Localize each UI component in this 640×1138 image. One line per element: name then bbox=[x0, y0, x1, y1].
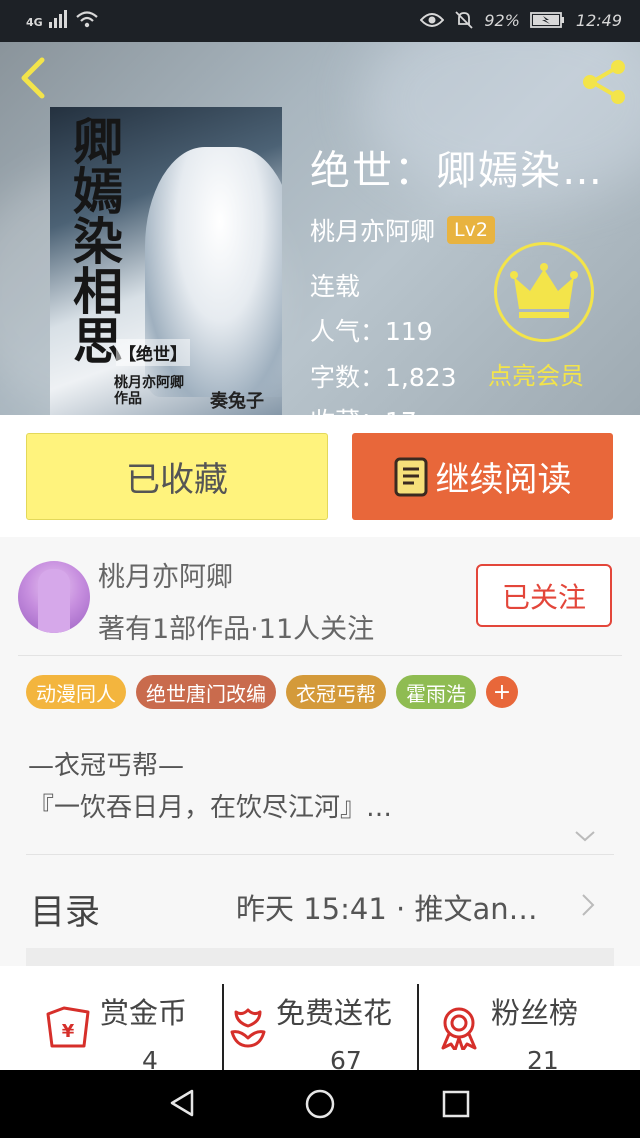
member-label[interactable]: 点亮会员 bbox=[488, 356, 584, 391]
description-line: 『一饮吞日月，在饮尽江河』… bbox=[28, 793, 393, 823]
book-icon bbox=[394, 457, 427, 496]
reward-coins-button[interactable]: ¥ 赏金币 4 bbox=[0, 976, 222, 1075]
chevron-right-icon bbox=[582, 894, 595, 916]
tag-list: 动漫同人 绝世唐门改编 衣冠丐帮 霍雨浩 + bbox=[26, 675, 518, 709]
author-name[interactable]: 桃月亦阿卿 bbox=[98, 555, 233, 594]
stat-label: 粉丝榜 bbox=[491, 996, 579, 1030]
stat-label: 赏金币 bbox=[100, 996, 188, 1030]
nav-home-icon[interactable] bbox=[304, 1088, 336, 1120]
svg-text:¥: ¥ bbox=[62, 1021, 75, 1042]
wifi-icon bbox=[75, 11, 98, 28]
battery-percent: 92% bbox=[484, 10, 520, 30]
level-badge: Lv2 bbox=[447, 216, 495, 244]
follow-button[interactable]: 已关注 bbox=[476, 564, 612, 627]
clock: 12:49 bbox=[575, 10, 622, 30]
collected-button[interactable]: 已收藏 bbox=[26, 433, 328, 520]
continue-reading-label: 继续阅读 bbox=[435, 460, 572, 500]
toc-label: 目录 bbox=[30, 893, 101, 933]
battery-icon bbox=[529, 12, 564, 28]
crown-icon bbox=[510, 263, 578, 318]
tag-chip[interactable]: 衣冠丐帮 bbox=[286, 675, 386, 709]
signal-icon bbox=[48, 10, 67, 28]
back-arrow-icon[interactable] bbox=[14, 54, 54, 102]
divider bbox=[26, 854, 614, 855]
toc-row[interactable]: 目录 昨天 15:41 · 推文an… bbox=[0, 856, 640, 948]
stat-label: 免费送花 bbox=[276, 996, 393, 1030]
book-cover[interactable]: 卿嫣染相思 【绝世】 桃月亦阿卿 作品 奏兔子 bbox=[50, 107, 282, 415]
author-section: 桃月亦阿卿 著有1部作品·11人关注 已关注 bbox=[0, 537, 640, 655]
add-tag-button[interactable]: + bbox=[486, 676, 518, 708]
stats-bar: ¥ 赏金币 4 免费送花 67 粉丝榜 21 bbox=[0, 966, 640, 1075]
cover-author-tag: 桃月亦阿卿 作品 bbox=[114, 375, 184, 407]
favorites-count: 收藏：17 bbox=[310, 402, 417, 415]
send-flower-button[interactable]: 免费送花 67 bbox=[224, 976, 418, 1075]
flower-icon bbox=[230, 1008, 266, 1048]
nav-back-icon[interactable] bbox=[168, 1088, 198, 1118]
word-count: 字数：1,823 bbox=[310, 363, 457, 392]
tag-chip[interactable]: 绝世唐门改编 bbox=[136, 675, 276, 709]
member-crown-button[interactable] bbox=[494, 242, 594, 342]
chevron-down-icon[interactable] bbox=[573, 828, 597, 844]
nav-recents-icon[interactable] bbox=[441, 1089, 471, 1119]
continue-reading-button[interactable]: 继续阅读 bbox=[352, 433, 613, 520]
latest-chapter: 昨天 15:41 · 推文an… bbox=[236, 892, 538, 926]
cover-tag: 【绝世】 bbox=[116, 339, 190, 366]
mute-bell-icon bbox=[455, 11, 473, 29]
book-title: 绝世：卿嫣染相… bbox=[310, 148, 635, 194]
serial-status: 连载 bbox=[310, 272, 361, 301]
cover-title: 卿嫣染相思 bbox=[65, 115, 124, 365]
cover-signature: 奏兔子 bbox=[210, 391, 264, 412]
popularity: 人气：119 bbox=[310, 317, 433, 346]
book-header: 卿嫣染相思 【绝世】 桃月亦阿卿 作品 奏兔子 绝世：卿嫣染相… 桃月亦阿卿 L… bbox=[0, 42, 640, 415]
red-envelope-icon: ¥ bbox=[46, 1006, 90, 1048]
follow-label: 已关注 bbox=[501, 580, 586, 614]
network-label: 4G bbox=[26, 16, 43, 29]
author-info: 著有1部作品·11人关注 bbox=[98, 614, 375, 645]
share-icon[interactable] bbox=[578, 56, 630, 108]
section-separator bbox=[26, 948, 614, 966]
avatar[interactable] bbox=[18, 561, 90, 633]
collected-label: 已收藏 bbox=[126, 460, 228, 500]
system-nav-bar bbox=[0, 1070, 640, 1138]
tag-chip[interactable]: 霍雨浩 bbox=[396, 675, 476, 709]
fan-ranking-button[interactable]: 粉丝榜 21 bbox=[419, 976, 640, 1075]
medal-icon bbox=[441, 1007, 477, 1050]
description-line: —衣冠丐帮— bbox=[28, 751, 185, 781]
status-bar: 4G 92% 12:49 bbox=[0, 0, 640, 42]
action-bar: 已收藏 继续阅读 bbox=[0, 415, 640, 537]
tag-chip[interactable]: 动漫同人 bbox=[26, 675, 126, 709]
header-author-name[interactable]: 桃月亦阿卿 bbox=[310, 212, 435, 248]
divider bbox=[18, 655, 622, 656]
eye-icon bbox=[420, 13, 445, 27]
author-row[interactable]: 桃月亦阿卿 Lv2 bbox=[310, 212, 495, 248]
